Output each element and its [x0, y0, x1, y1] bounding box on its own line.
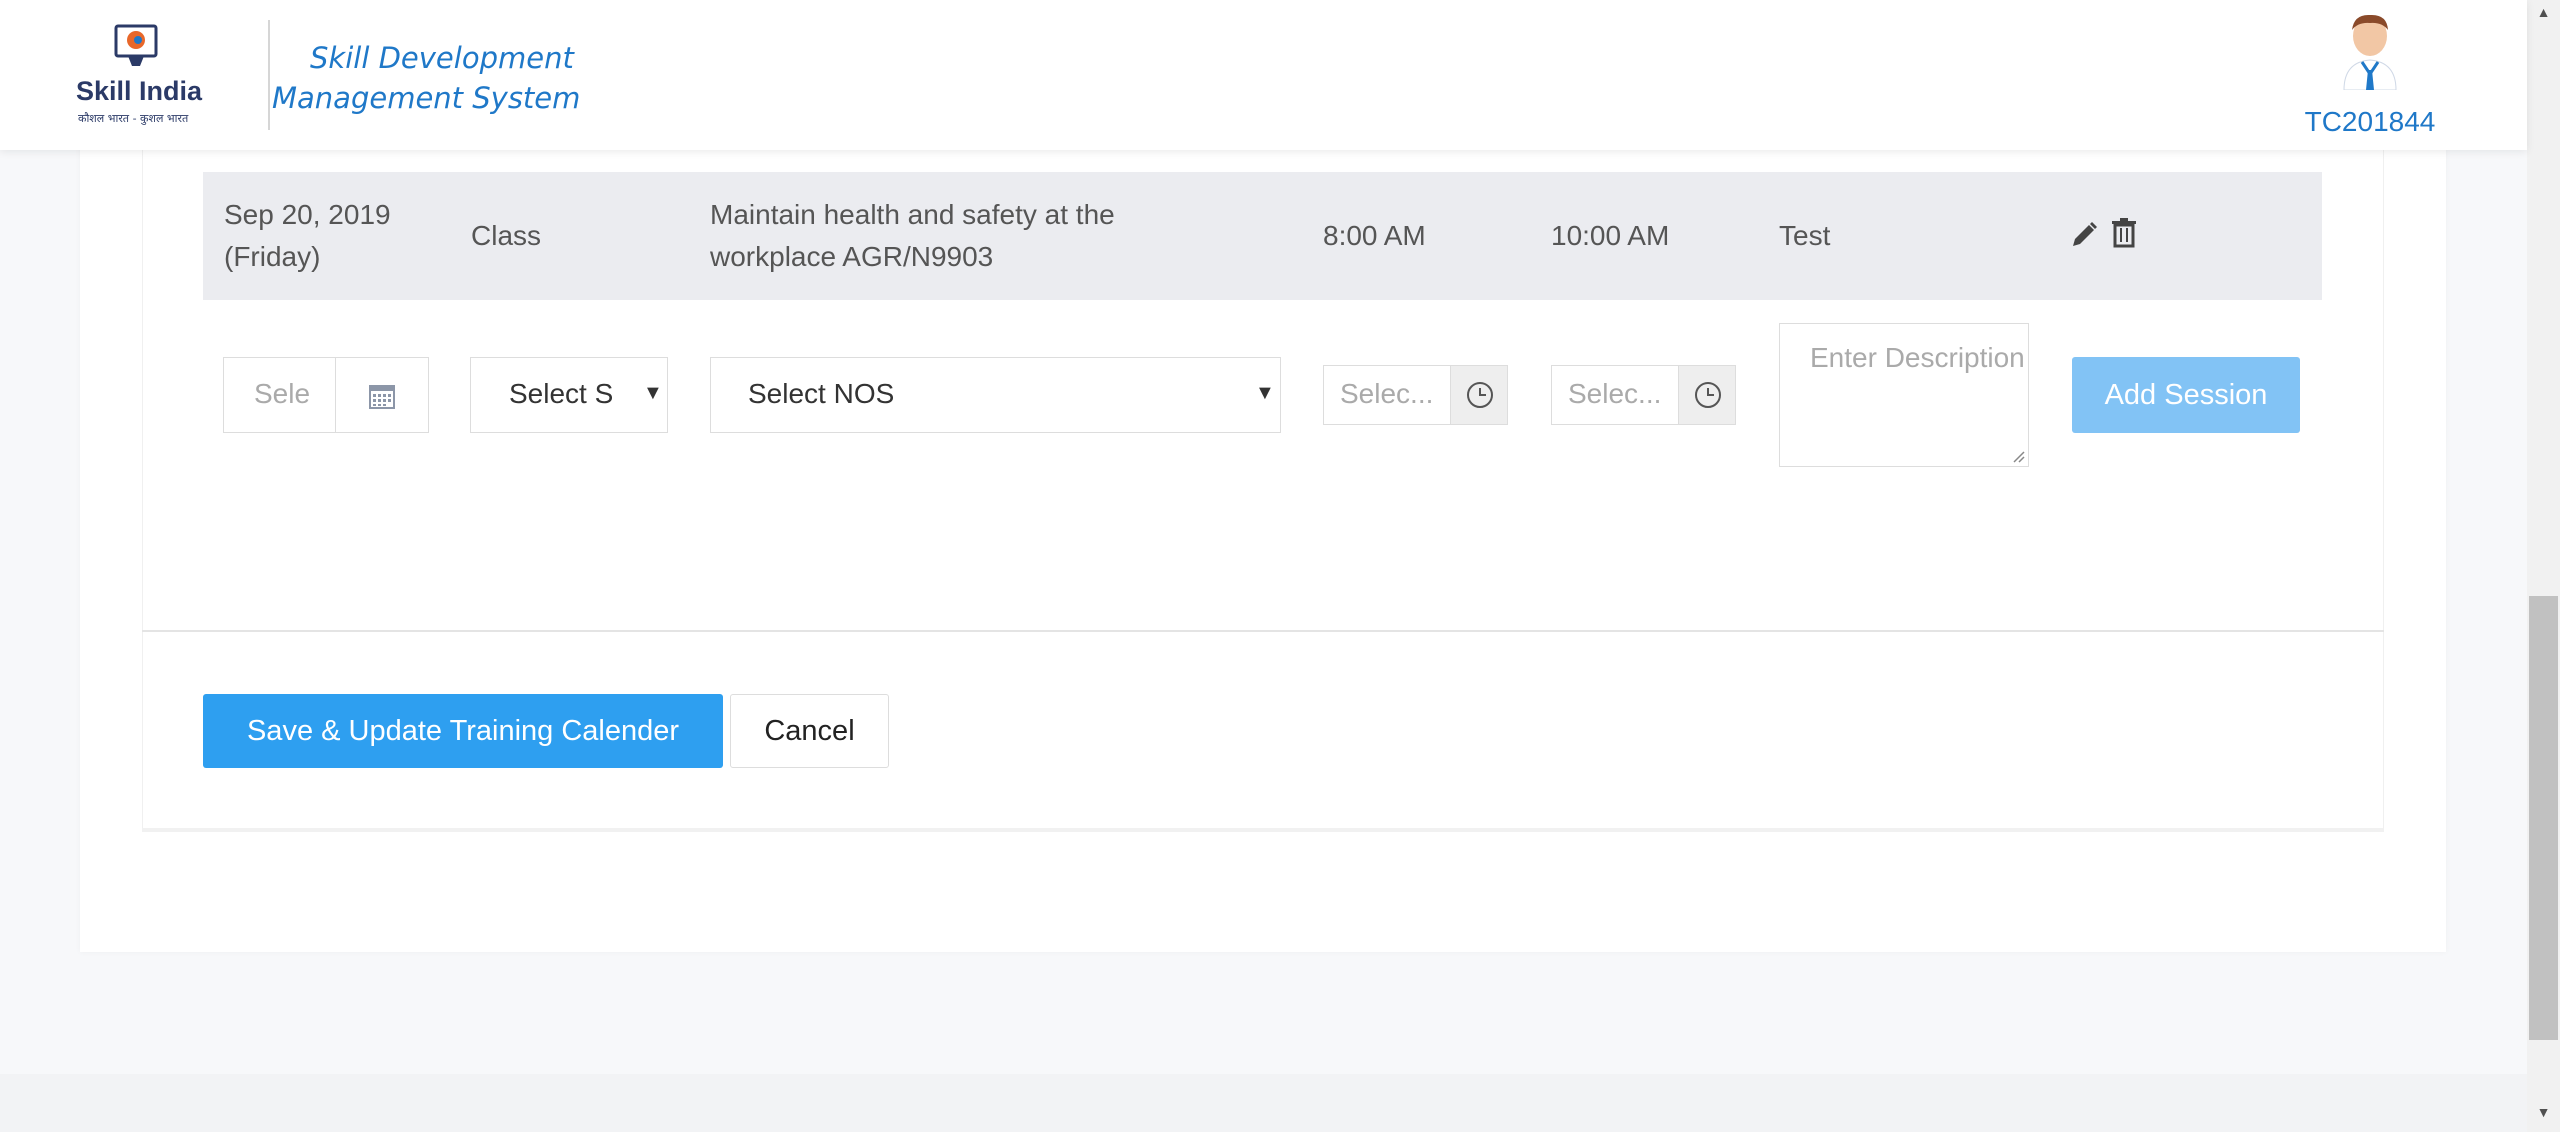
app-header: Skill India कौशल भारत - कुशल भारत Skill … — [0, 0, 2527, 150]
cancel-button[interactable]: Cancel — [730, 694, 889, 768]
start-time-picker-button[interactable] — [1450, 365, 1508, 425]
end-time-picker-button[interactable] — [1678, 365, 1736, 425]
calendar-icon — [369, 385, 395, 409]
clock-icon — [1695, 382, 1721, 408]
delete-trash-icon[interactable] — [2109, 216, 2139, 248]
header-divider — [268, 20, 270, 130]
add-session-button[interactable]: Add Session — [2072, 357, 2300, 433]
session-row: Sep 20, 2019 (Friday) Class Maintain hea… — [203, 172, 2322, 300]
logo-subtext: कौशल भारत - कुशल भारत — [78, 112, 189, 125]
panel-bottom-edge — [142, 828, 2384, 832]
session-type-value: Select S — [509, 378, 614, 409]
vertical-scrollbar[interactable]: ▲ ▼ — [2527, 0, 2560, 1132]
app-title: Skill Development Management System — [272, 41, 581, 115]
skill-india-logo: Skill India कौशल भारत - कुशल भारत — [76, 24, 203, 125]
session-date: Sep 20, 2019 (Friday) — [224, 199, 391, 272]
resize-grip-icon[interactable] — [2011, 449, 2025, 463]
nos-select[interactable]: Select NOS ▼ — [710, 357, 1281, 433]
session-nos: Maintain health and safety at the workpl… — [710, 199, 1115, 272]
start-time-input[interactable]: Selec... — [1323, 365, 1451, 425]
save-update-calendar-button[interactable]: Save & Update Training Calender — [203, 694, 723, 768]
scroll-up-arrow-icon[interactable]: ▲ — [2527, 4, 2560, 28]
description-textarea[interactable]: Enter Description — [1779, 323, 2029, 467]
end-time-input[interactable]: Selec... — [1551, 365, 1679, 425]
edit-pencil-icon[interactable] — [2069, 220, 2099, 252]
clock-icon — [1467, 382, 1493, 408]
page-footer — [0, 1074, 2527, 1132]
session-end-time: 10:00 AM — [1551, 220, 1670, 251]
session-description: Test — [1779, 220, 1831, 251]
panel-divider — [142, 630, 2384, 632]
session-date-input[interactable]: Sele — [223, 357, 336, 433]
description-placeholder: Enter Description — [1810, 342, 2025, 373]
date-picker-button[interactable] — [335, 357, 429, 433]
scroll-down-arrow-icon[interactable]: ▼ — [2527, 1104, 2560, 1128]
chevron-down-icon: ▼ — [643, 382, 663, 404]
nos-value: Select NOS — [748, 378, 895, 409]
scrollbar-thumb[interactable] — [2529, 596, 2558, 1040]
user-id[interactable]: TC201844 — [2290, 106, 2450, 138]
session-start-time: 8:00 AM — [1323, 220, 1426, 251]
logo-text: Skill India — [76, 76, 203, 106]
session-type: Class — [471, 220, 542, 251]
chevron-down-icon: ▼ — [1255, 382, 1275, 404]
user-avatar-icon[interactable] — [2334, 12, 2406, 90]
session-type-select[interactable]: Select S ▼ — [470, 357, 668, 433]
